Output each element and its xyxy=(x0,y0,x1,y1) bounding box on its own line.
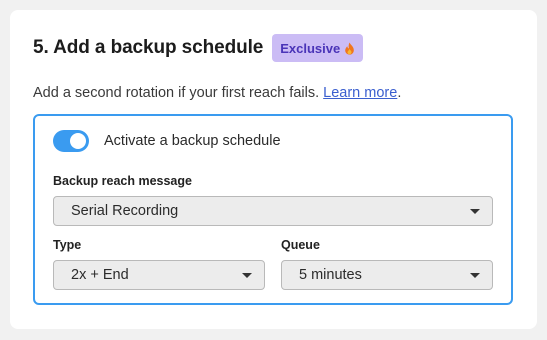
exclusive-badge: Exclusive xyxy=(272,34,364,62)
type-label: Type xyxy=(53,238,82,252)
chevron-down-icon xyxy=(470,273,480,278)
queue-select[interactable]: 5 minutes xyxy=(281,260,493,290)
backup-message-value: Serial Recording xyxy=(71,203,179,219)
backup-message-label: Backup reach message xyxy=(53,174,192,188)
badge-label: Exclusive xyxy=(280,40,341,56)
flame-icon xyxy=(345,42,355,55)
description-text: Add a second rotation if your first reac… xyxy=(33,85,320,101)
learn-more-link[interactable]: Learn more xyxy=(323,85,397,101)
type-value: 2x + End xyxy=(71,267,129,283)
activate-backup-label: Activate a backup schedule xyxy=(104,133,281,149)
activate-backup-toggle[interactable] xyxy=(53,130,89,152)
queue-label: Queue xyxy=(281,238,320,252)
backup-message-select[interactable]: Serial Recording xyxy=(53,196,493,226)
activate-backup-row: Activate a backup schedule xyxy=(53,130,281,152)
section-title: 5. Add a backup schedule xyxy=(33,37,264,58)
chevron-down-icon xyxy=(242,273,252,278)
section-header: 5. Add a backup schedule Exclusive xyxy=(33,34,364,62)
type-select[interactable]: 2x + End xyxy=(53,260,265,290)
queue-value: 5 minutes xyxy=(299,267,362,283)
description-period: . xyxy=(397,85,402,101)
chevron-down-icon xyxy=(470,209,480,214)
section-description: Add a second rotation if your first reac… xyxy=(33,85,401,101)
backup-schedule-panel: Activate a backup schedule Backup reach … xyxy=(33,114,513,305)
toggle-knob xyxy=(70,133,86,149)
